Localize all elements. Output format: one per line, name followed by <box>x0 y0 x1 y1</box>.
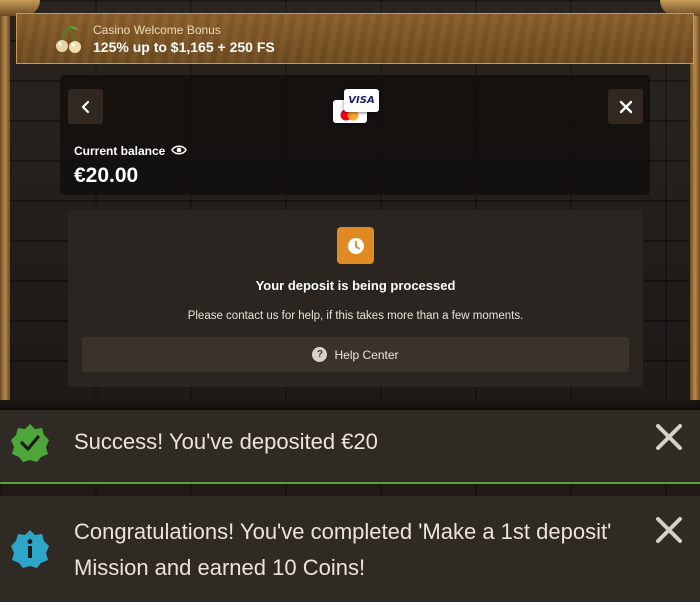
clock-badge <box>337 227 374 264</box>
balance-value: €20.00 <box>74 164 139 187</box>
back-button[interactable] <box>68 89 103 124</box>
success-message: Success! You've deposited €20 <box>74 429 378 454</box>
question-icon: ? <box>312 347 328 362</box>
frame-left-border <box>0 0 10 410</box>
visa-icon: VISA <box>344 89 379 112</box>
eye-icon[interactable] <box>171 143 187 157</box>
help-center-label: Help Center <box>334 347 399 362</box>
banner-subtitle: Casino Welcome Bonus <box>93 23 221 37</box>
mission-message: Congratulations! You've completed 'Make … <box>74 519 612 580</box>
close-icon[interactable] <box>654 515 684 545</box>
processing-message: Please contact us for help, if this take… <box>187 310 524 322</box>
panel-bottom-trim <box>0 400 700 410</box>
clock-icon <box>347 237 364 254</box>
checkmark-badge-icon <box>11 424 49 462</box>
balance-label: Current balance <box>74 144 166 158</box>
welcome-bonus-banner[interactable]: Casino Welcome Bonus 125% up to $1,165 +… <box>16 13 694 64</box>
info-badge-icon <box>11 530 49 568</box>
help-center-button[interactable]: ? Help Center <box>82 337 629 372</box>
close-button[interactable] <box>608 89 643 124</box>
payment-cards: VISA <box>333 89 381 125</box>
close-icon[interactable] <box>654 422 684 452</box>
mission-notification: Congratulations! You've completed 'Make … <box>0 496 700 602</box>
cherry-icon <box>56 25 81 53</box>
processing-title: Your deposit is being processed <box>255 278 456 293</box>
success-notification: Success! You've deposited €20 <box>0 410 700 484</box>
chevron-left-icon <box>81 100 89 113</box>
close-icon <box>619 100 632 113</box>
banner-title: 125% up to $1,165 + 250 FS <box>93 39 275 55</box>
